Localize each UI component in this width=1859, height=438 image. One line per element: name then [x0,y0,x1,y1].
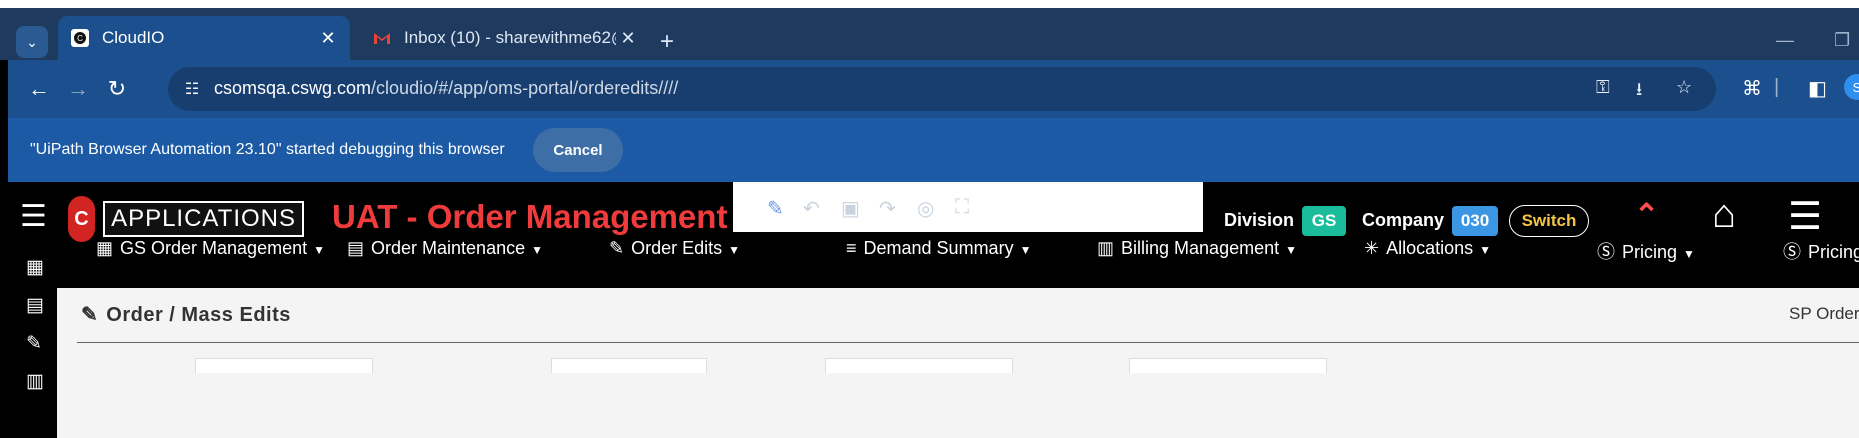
edit-icon[interactable]: ✎ [26,332,42,355]
site-info-icon[interactable]: ☷ [180,77,204,101]
debugging-infobar: "UiPath Browser Automation 23.10" starte… [8,118,1859,182]
id-card-icon: ▥ [1097,238,1115,258]
close-tab-icon[interactable]: ✕ [616,28,640,49]
list-box-icon: ▤ [347,238,365,258]
page-content: ✎ Order / Mass Edits SP Order [57,288,1859,438]
logo-text: APPLICATIONS [103,201,304,237]
nav-pricing-2[interactable]: Ⓢ Pricing [1783,238,1859,264]
nav-demand-summary[interactable]: ≡ Demand Summary ▼ [846,238,1031,259]
company-label: Company [1362,210,1445,230]
infobar-message: "UiPath Browser Automation 23.10" starte… [30,141,505,158]
caret-down-icon: ▼ [1285,243,1297,257]
list-box-icon[interactable]: ▤ [26,294,44,317]
division-label: Division [1224,210,1295,230]
grid-icon[interactable]: ▦ [26,256,44,279]
undo-icon[interactable]: ↶ [803,196,820,221]
caret-down-icon: ▼ [313,243,325,257]
app-title: UAT - Order Management [332,198,728,235]
tab-title: CloudIO [102,28,165,47]
edit-icon: ✎ [81,304,99,326]
dollar-circle-icon: Ⓢ [1597,242,1615,262]
caret-down-icon: ▼ [1683,247,1695,261]
caret-down-icon: ▼ [1019,243,1032,257]
filter-field-1[interactable] [195,358,373,373]
brand-logo-icon: C [68,196,96,242]
tab-gmail[interactable]: Inbox (10) - sharewithme62@gr ✕ [360,16,650,60]
url-text: csomsqa.cswg.com/cloudio/#/app/oms-porta… [214,78,679,98]
nav-pricing[interactable]: Ⓢ Pricing ▼ [1597,238,1695,264]
app-logo[interactable]: C APPLICATIONS [68,194,304,244]
filter-field-2[interactable] [551,358,707,373]
bookmark-star-icon[interactable]: ☆ [1676,77,1692,98]
hide-icon[interactable]: ◎ [917,196,934,221]
reload-icon[interactable]: ↻ [102,74,132,104]
division-badge: GS [1302,206,1346,236]
main-menu-icon[interactable]: ☰ [1788,194,1822,239]
key-icon[interactable]: ⚿ [1596,77,1610,98]
title-divider [77,342,1859,343]
asterisk-icon: ✳ [1364,238,1380,258]
extensions-icon[interactable]: ⌘ [1742,76,1762,101]
gmail-icon [372,28,392,48]
redo-icon[interactable]: ↷ [879,196,896,221]
nav-order-maintenance[interactable]: ▤ Order Maintenance ▼ [347,238,543,259]
toolbar-divider: | [1774,76,1780,98]
tab-cloudio[interactable]: C CloudIO ✕ [58,16,350,60]
back-icon[interactable]: ← [24,74,54,104]
tab-search-button[interactable]: ⌄ [16,26,48,58]
app-area: ☰ C APPLICATIONS UAT - Order Management … [0,182,1859,438]
close-tab-icon[interactable]: ✕ [316,28,340,49]
install-app-icon[interactable]: ⭳ [1636,77,1642,107]
home-icon[interactable]: ⌂ [1712,192,1736,237]
edit-icon[interactable]: ✎ [767,196,784,221]
browser-tab-bar: ⌄ C CloudIO ✕ Inbox (10) - sharewithme62… [0,8,1859,60]
forward-icon[interactable]: → [63,74,93,104]
left-icon-rail: ▦ ▤ ✎ ▥ [0,244,56,438]
cancel-debugging-button[interactable]: Cancel [533,128,623,172]
caret-down-icon: ▼ [531,243,543,257]
nav-allocations[interactable]: ✳ Allocations ▼ [1364,238,1491,259]
chevron-down-icon: ⌄ [26,33,38,50]
hamburger-menu-icon[interactable]: ☰ [20,202,47,232]
grid-icon: ▦ [96,238,114,258]
address-bar[interactable]: ☷ csomsqa.cswg.com/cloudio/#/app/oms-por… [168,67,1716,111]
side-panel-icon[interactable]: ◧ [1808,76,1827,101]
window-top-strip [0,0,1859,8]
restore-icon[interactable]: ❐ [1834,30,1850,51]
svg-text:C: C [77,34,83,43]
caret-down-icon: ▼ [728,243,741,257]
nav-gs-order-management[interactable]: ▦ GS Order Management ▼ [96,238,325,259]
date-field-2[interactable] [1129,358,1327,373]
minimize-icon[interactable]: — [1776,30,1794,51]
switch-button[interactable]: Switch [1509,205,1589,237]
company-badge: 030 [1452,206,1498,236]
page-title: ✎ Order / Mass Edits [81,304,291,326]
edit-icon: ✎ [609,238,625,258]
nav-billing-management[interactable]: ▥ Billing Management ▼ [1097,238,1297,259]
fullscreen-icon[interactable]: ⛶ [955,196,969,219]
list-icon: ≡ [846,238,857,258]
cloudio-logo-icon: C [70,28,90,48]
save-icon[interactable]: ▣ [841,196,860,221]
chevron-double-up-icon[interactable]: ⌃ [1634,198,1659,233]
new-tab-button[interactable]: + [660,30,674,54]
caret-down-icon: ▼ [1479,243,1492,257]
dollar-circle-icon: Ⓢ [1783,242,1801,262]
tab-title: Inbox (10) - sharewithme62@gr [404,28,616,47]
nav-order-edits[interactable]: ✎ Order Edits ▼ [609,238,740,259]
sp-order-label: SP Order [1789,304,1859,323]
browser-toolbar: ← → ↻ ☷ csomsqa.cswg.com/cloudio/#/app/o… [8,60,1859,118]
id-card-icon[interactable]: ▥ [26,370,44,393]
date-field-1[interactable] [825,358,1013,373]
floating-edit-toolbar: ✎ ↶ ▣ ↷ ◎ ⛶ [733,182,1203,232]
